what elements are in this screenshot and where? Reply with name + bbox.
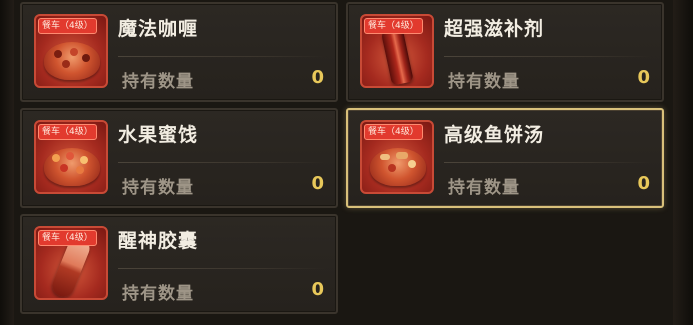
item-badge: 餐车（4级） (364, 18, 423, 34)
quantity-label: 持有数量 (448, 72, 520, 92)
divider (444, 56, 652, 57)
divider (118, 268, 326, 269)
quantity-label: 持有数量 (448, 178, 520, 198)
quantity-value: 0 (311, 279, 324, 300)
item-badge: 餐车（4级） (38, 124, 97, 140)
fruit-plate-icon (44, 148, 100, 186)
quantity-value: 0 (637, 67, 650, 88)
item-badge: 餐车（4级） (38, 18, 97, 34)
fishcake-soup-icon: 餐车（4级） (360, 120, 434, 194)
curry-bowl-icon (44, 42, 100, 80)
background-edge-left (0, 0, 14, 325)
divider (118, 162, 326, 163)
quantity-label: 持有数量 (122, 284, 194, 304)
item-name: 高级鱼饼汤 (444, 124, 545, 146)
item-card-super-tonic[interactable]: 餐车（4级） 超强滋补剂 持有数量 0 (346, 2, 664, 102)
item-card-awakening-capsule[interactable]: 餐车（4级） 醒神胶囊 持有数量 0 (20, 214, 338, 314)
item-card-magic-curry[interactable]: 餐车（4级） 魔法咖喱 持有数量 0 (20, 2, 338, 102)
capsule-icon: 餐车（4级） (34, 226, 108, 300)
tonic-bottle-icon: 餐车（4级） (360, 14, 434, 88)
background-edge-right (673, 0, 693, 325)
divider (118, 56, 326, 57)
quantity-value: 0 (311, 67, 324, 88)
soup-bowl-icon (370, 148, 426, 186)
divider (444, 162, 652, 163)
item-name: 魔法咖喱 (118, 18, 199, 40)
quantity-label: 持有数量 (122, 72, 194, 92)
item-name: 醒神胶囊 (118, 230, 199, 252)
item-name: 超强滋补剂 (444, 18, 545, 40)
item-card-candied-fruit[interactable]: 餐车（4级） 水果蜜饯 持有数量 0 (20, 108, 338, 208)
item-badge: 餐车（4级） (364, 124, 423, 140)
item-name: 水果蜜饯 (118, 124, 199, 146)
candied-fruit-icon: 餐车（4级） (34, 120, 108, 194)
quantity-value: 0 (637, 173, 650, 194)
quantity-value: 0 (311, 173, 324, 194)
quantity-label: 持有数量 (122, 178, 194, 198)
curry-icon: 餐车（4级） (34, 14, 108, 88)
item-card-fishcake-soup[interactable]: 餐车（4级） 高级鱼饼汤 持有数量 0 (346, 108, 664, 208)
item-badge: 餐车（4级） (38, 230, 97, 246)
